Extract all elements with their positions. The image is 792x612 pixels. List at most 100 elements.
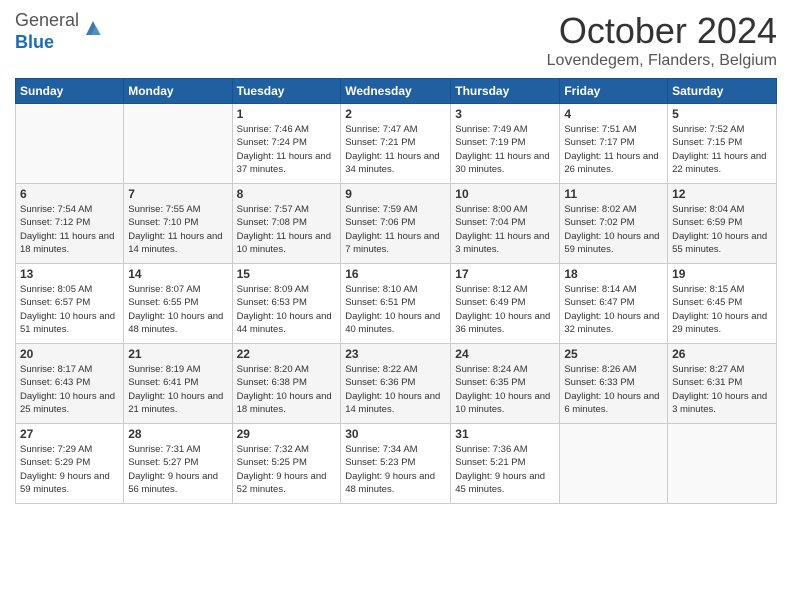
- sunset-text: Sunset: 7:10 PM: [128, 217, 198, 228]
- daylight-text: Daylight: 9 hours and 52 minutes.: [237, 471, 327, 495]
- sunrise-text: Sunrise: 8:27 AM: [672, 364, 744, 375]
- header-row: Sunday Monday Tuesday Wednesday Thursday…: [16, 79, 777, 104]
- sunrise-text: Sunrise: 8:02 AM: [564, 204, 636, 215]
- col-saturday: Saturday: [668, 79, 777, 104]
- day-info: Sunrise: 8:27 AM Sunset: 6:31 PM Dayligh…: [672, 363, 772, 416]
- calendar-header: Sunday Monday Tuesday Wednesday Thursday…: [16, 79, 777, 104]
- day-info: Sunrise: 7:55 AM Sunset: 7:10 PM Dayligh…: [128, 203, 227, 256]
- sunrise-text: Sunrise: 7:54 AM: [20, 204, 92, 215]
- sunrise-text: Sunrise: 7:32 AM: [237, 444, 309, 455]
- col-sunday: Sunday: [16, 79, 124, 104]
- sunset-text: Sunset: 6:38 PM: [237, 377, 307, 388]
- calendar-container: General Blue October 2024 Lovendegem, Fl…: [0, 0, 792, 509]
- calendar-table: Sunday Monday Tuesday Wednesday Thursday…: [15, 78, 777, 504]
- day-info: Sunrise: 8:17 AM Sunset: 6:43 PM Dayligh…: [20, 363, 119, 416]
- day-cell: 6 Sunrise: 7:54 AM Sunset: 7:12 PM Dayli…: [16, 184, 124, 264]
- day-info: Sunrise: 7:49 AM Sunset: 7:19 PM Dayligh…: [455, 123, 555, 176]
- daylight-text: Daylight: 11 hours and 34 minutes.: [345, 151, 439, 175]
- day-cell: 3 Sunrise: 7:49 AM Sunset: 7:19 PM Dayli…: [451, 104, 560, 184]
- sunset-text: Sunset: 7:12 PM: [20, 217, 90, 228]
- day-cell: 13 Sunrise: 8:05 AM Sunset: 6:57 PM Dayl…: [16, 264, 124, 344]
- col-monday: Monday: [124, 79, 232, 104]
- daylight-text: Daylight: 11 hours and 7 minutes.: [345, 231, 439, 255]
- daylight-text: Daylight: 10 hours and 18 minutes.: [237, 391, 332, 415]
- col-wednesday: Wednesday: [341, 79, 451, 104]
- day-cell: 8 Sunrise: 7:57 AM Sunset: 7:08 PM Dayli…: [232, 184, 341, 264]
- sunrise-text: Sunrise: 7:59 AM: [345, 204, 417, 215]
- sunset-text: Sunset: 7:04 PM: [455, 217, 525, 228]
- daylight-text: Daylight: 10 hours and 36 minutes.: [455, 311, 550, 335]
- day-cell: 19 Sunrise: 8:15 AM Sunset: 6:45 PM Dayl…: [668, 264, 777, 344]
- day-number: 31: [455, 427, 555, 441]
- sunset-text: Sunset: 7:24 PM: [237, 137, 307, 148]
- day-number: 19: [672, 267, 772, 281]
- sunset-text: Sunset: 6:45 PM: [672, 297, 742, 308]
- day-number: 16: [345, 267, 446, 281]
- day-info: Sunrise: 7:32 AM Sunset: 5:25 PM Dayligh…: [237, 443, 337, 496]
- day-number: 7: [128, 187, 227, 201]
- sunrise-text: Sunrise: 7:46 AM: [237, 124, 309, 135]
- logo-general-text: General: [15, 10, 79, 30]
- day-cell: 2 Sunrise: 7:47 AM Sunset: 7:21 PM Dayli…: [341, 104, 451, 184]
- day-info: Sunrise: 8:19 AM Sunset: 6:41 PM Dayligh…: [128, 363, 227, 416]
- sunset-text: Sunset: 5:21 PM: [455, 457, 525, 468]
- day-cell: 9 Sunrise: 7:59 AM Sunset: 7:06 PM Dayli…: [341, 184, 451, 264]
- sunset-text: Sunset: 5:25 PM: [237, 457, 307, 468]
- daylight-text: Daylight: 11 hours and 30 minutes.: [455, 151, 549, 175]
- daylight-text: Daylight: 10 hours and 10 minutes.: [455, 391, 550, 415]
- day-cell: 14 Sunrise: 8:07 AM Sunset: 6:55 PM Dayl…: [124, 264, 232, 344]
- day-number: 22: [237, 347, 337, 361]
- day-number: 5: [672, 107, 772, 121]
- title-block: October 2024 Lovendegem, Flanders, Belgi…: [547, 10, 777, 70]
- day-number: 17: [455, 267, 555, 281]
- daylight-text: Daylight: 10 hours and 51 minutes.: [20, 311, 115, 335]
- day-cell: 31 Sunrise: 7:36 AM Sunset: 5:21 PM Dayl…: [451, 424, 560, 504]
- week-row-4: 27 Sunrise: 7:29 AM Sunset: 5:29 PM Dayl…: [16, 424, 777, 504]
- sunset-text: Sunset: 6:36 PM: [345, 377, 415, 388]
- day-cell: 15 Sunrise: 8:09 AM Sunset: 6:53 PM Dayl…: [232, 264, 341, 344]
- sunset-text: Sunset: 5:27 PM: [128, 457, 198, 468]
- day-cell: 16 Sunrise: 8:10 AM Sunset: 6:51 PM Dayl…: [341, 264, 451, 344]
- sunrise-text: Sunrise: 8:00 AM: [455, 204, 527, 215]
- sunrise-text: Sunrise: 8:26 AM: [564, 364, 636, 375]
- day-number: 24: [455, 347, 555, 361]
- daylight-text: Daylight: 9 hours and 45 minutes.: [455, 471, 545, 495]
- logo: General Blue: [15, 10, 104, 53]
- sunset-text: Sunset: 7:15 PM: [672, 137, 742, 148]
- day-number: 30: [345, 427, 446, 441]
- sunset-text: Sunset: 7:17 PM: [564, 137, 634, 148]
- day-number: 18: [564, 267, 663, 281]
- day-info: Sunrise: 8:22 AM Sunset: 6:36 PM Dayligh…: [345, 363, 446, 416]
- day-number: 23: [345, 347, 446, 361]
- week-row-1: 6 Sunrise: 7:54 AM Sunset: 7:12 PM Dayli…: [16, 184, 777, 264]
- calendar-body: 1 Sunrise: 7:46 AM Sunset: 7:24 PM Dayli…: [16, 104, 777, 504]
- daylight-text: Daylight: 11 hours and 22 minutes.: [672, 151, 766, 175]
- daylight-text: Daylight: 11 hours and 37 minutes.: [237, 151, 331, 175]
- sunset-text: Sunset: 6:47 PM: [564, 297, 634, 308]
- day-info: Sunrise: 7:57 AM Sunset: 7:08 PM Dayligh…: [237, 203, 337, 256]
- week-row-0: 1 Sunrise: 7:46 AM Sunset: 7:24 PM Dayli…: [16, 104, 777, 184]
- daylight-text: Daylight: 10 hours and 21 minutes.: [128, 391, 223, 415]
- day-info: Sunrise: 8:26 AM Sunset: 6:33 PM Dayligh…: [564, 363, 663, 416]
- day-cell: 28 Sunrise: 7:31 AM Sunset: 5:27 PM Dayl…: [124, 424, 232, 504]
- day-number: 8: [237, 187, 337, 201]
- sunrise-text: Sunrise: 8:24 AM: [455, 364, 527, 375]
- day-number: 10: [455, 187, 555, 201]
- week-row-2: 13 Sunrise: 8:05 AM Sunset: 6:57 PM Dayl…: [16, 264, 777, 344]
- sunset-text: Sunset: 6:49 PM: [455, 297, 525, 308]
- sunset-text: Sunset: 7:21 PM: [345, 137, 415, 148]
- sunrise-text: Sunrise: 8:10 AM: [345, 284, 417, 295]
- day-number: 3: [455, 107, 555, 121]
- day-info: Sunrise: 7:36 AM Sunset: 5:21 PM Dayligh…: [455, 443, 555, 496]
- day-cell: 25 Sunrise: 8:26 AM Sunset: 6:33 PM Dayl…: [560, 344, 668, 424]
- location: Lovendegem, Flanders, Belgium: [547, 52, 777, 70]
- day-number: 2: [345, 107, 446, 121]
- day-cell: 11 Sunrise: 8:02 AM Sunset: 7:02 PM Dayl…: [560, 184, 668, 264]
- sunset-text: Sunset: 6:59 PM: [672, 217, 742, 228]
- day-cell: 20 Sunrise: 8:17 AM Sunset: 6:43 PM Dayl…: [16, 344, 124, 424]
- day-info: Sunrise: 7:29 AM Sunset: 5:29 PM Dayligh…: [20, 443, 119, 496]
- day-cell: 10 Sunrise: 8:00 AM Sunset: 7:04 PM Dayl…: [451, 184, 560, 264]
- sunset-text: Sunset: 6:57 PM: [20, 297, 90, 308]
- sunset-text: Sunset: 7:06 PM: [345, 217, 415, 228]
- day-info: Sunrise: 7:31 AM Sunset: 5:27 PM Dayligh…: [128, 443, 227, 496]
